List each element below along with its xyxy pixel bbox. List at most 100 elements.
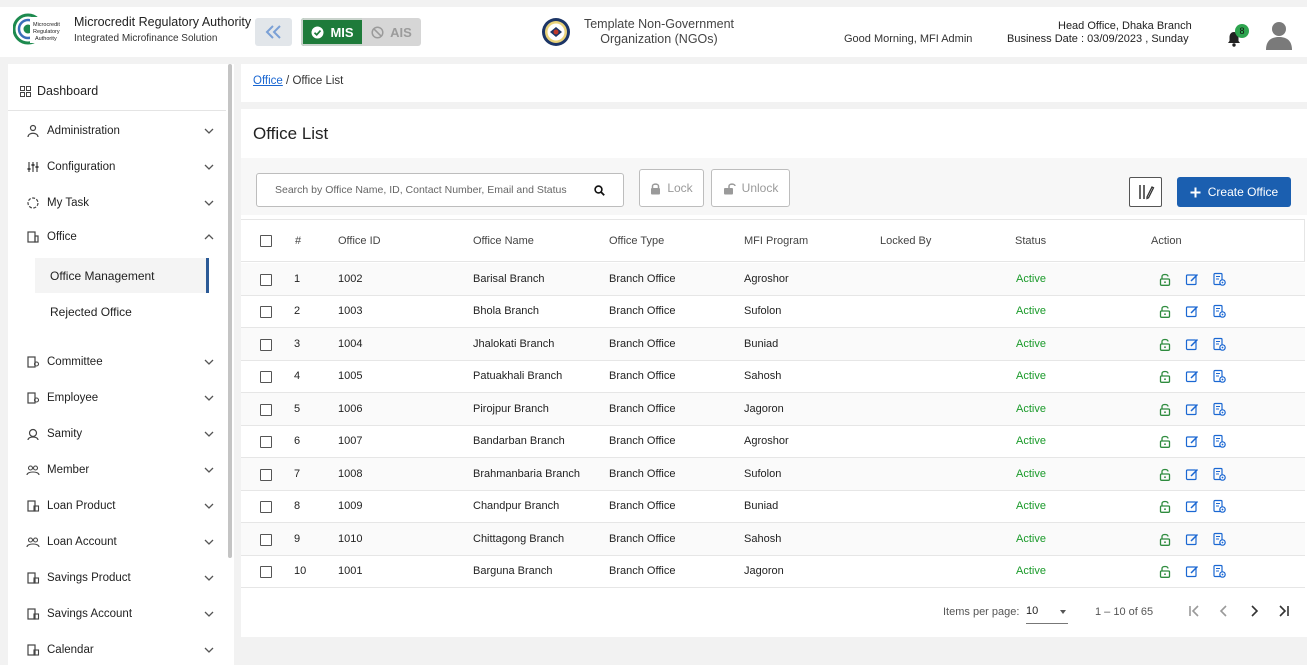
breadcrumb-office-link[interactable]: Office — [253, 75, 283, 87]
create-office-button[interactable]: Create Office — [1177, 177, 1291, 207]
mis-mode-button[interactable]: MIS — [301, 18, 362, 46]
unlock-action-icon[interactable] — [1158, 272, 1172, 286]
unlock-action-icon[interactable] — [1158, 467, 1172, 481]
cell-mfi-program: Jagoron — [744, 565, 784, 577]
search-field — [256, 173, 624, 207]
row-checkbox[interactable] — [260, 469, 272, 481]
row-checkbox[interactable] — [260, 339, 272, 351]
edit-action-icon[interactable] — [1185, 434, 1199, 448]
unlock-action-icon[interactable] — [1158, 304, 1172, 318]
header-office-name[interactable]: Office Name — [473, 235, 534, 247]
sidebar-item-samity[interactable]: Samity — [26, 424, 216, 444]
unlock-button[interactable]: Unlock — [711, 169, 790, 207]
edit-action-icon[interactable] — [1185, 272, 1199, 286]
sidebar-scrollbar[interactable] — [228, 64, 232, 558]
row-checkbox[interactable] — [260, 404, 272, 416]
sidebar-item-dashboard[interactable]: Dashboard — [20, 84, 98, 98]
sidebar-item-calendar[interactable]: Calendar — [26, 640, 216, 660]
unlock-action-icon[interactable] — [1158, 402, 1172, 416]
unlock-action-icon[interactable] — [1158, 369, 1172, 383]
edit-action-icon[interactable] — [1185, 337, 1199, 351]
select-all-checkbox[interactable] — [260, 235, 272, 247]
row-checkbox[interactable] — [260, 436, 272, 448]
cell-office-name: Chittagong Branch — [473, 533, 565, 545]
edit-action-icon[interactable] — [1185, 499, 1199, 513]
column-settings-button[interactable] — [1129, 177, 1162, 207]
sidebar-item-committee[interactable]: Committee — [26, 352, 216, 372]
sidebar-item-member[interactable]: Member — [26, 460, 216, 480]
next-page-icon[interactable] — [1246, 603, 1262, 619]
header-status[interactable]: Status — [1015, 235, 1046, 247]
header-office-type[interactable]: Office Type — [609, 235, 664, 247]
last-page-icon[interactable] — [1276, 603, 1292, 619]
table-row[interactable]: 5 1006 Pirojpur Branch Branch Office Jagoron… — [241, 393, 1305, 426]
row-checkbox[interactable] — [260, 274, 272, 286]
sidebar-item-administration[interactable]: Administration — [26, 121, 216, 141]
unlock-action-icon[interactable] — [1158, 337, 1172, 351]
table-row[interactable]: 3 1004 Jhalokati Branch Branch Office Buniad… — [241, 328, 1305, 361]
unlock-action-icon[interactable] — [1158, 564, 1172, 578]
table-row[interactable]: 9 1010 Chittagong Branch Branch Office Sahos… — [241, 523, 1305, 556]
view-details-icon[interactable] — [1212, 467, 1226, 481]
header-locked-by[interactable]: Locked By — [880, 235, 931, 247]
row-checkbox[interactable] — [260, 566, 272, 578]
lock-button[interactable]: Lock — [639, 169, 704, 207]
view-details-icon[interactable] — [1212, 434, 1226, 448]
view-details-icon[interactable] — [1212, 564, 1226, 578]
sidebar-item-savings-product[interactable]: Savings Product — [26, 568, 216, 588]
collapse-sidebar-button[interactable] — [255, 18, 292, 46]
table-row[interactable]: 8 1009 Chandpur Branch Branch Office Buniad A… — [241, 490, 1305, 523]
row-checkbox[interactable] — [260, 371, 272, 383]
table-row[interactable]: 4 1005 Patuakhali Branch Branch Office Sahos… — [241, 360, 1305, 393]
table-row[interactable]: 10 1001 Barguna Branch Branch Office Jagoron… — [241, 555, 1305, 588]
user-avatar-icon[interactable] — [1265, 20, 1293, 50]
view-details-icon[interactable] — [1212, 532, 1226, 546]
loan-account-icon — [26, 535, 40, 549]
sidebar-subitem-rejected-office[interactable]: Rejected Office — [35, 294, 209, 329]
sidebar-item-configuration[interactable]: Configuration — [26, 157, 216, 177]
edit-action-icon[interactable] — [1185, 532, 1199, 546]
edit-action-icon[interactable] — [1185, 467, 1199, 481]
search-icon[interactable] — [594, 185, 605, 196]
cell-office-type: Branch Office — [609, 273, 676, 285]
rejected-office-label: Rejected Office — [50, 304, 132, 319]
row-checkbox[interactable] — [260, 534, 272, 546]
table-row[interactable]: 7 1008 Brahmanbaria Branch Branch Office Suf… — [241, 458, 1305, 491]
edit-action-icon[interactable] — [1185, 369, 1199, 383]
first-page-icon[interactable] — [1186, 603, 1202, 619]
view-details-icon[interactable] — [1212, 337, 1226, 351]
row-checkbox[interactable] — [260, 501, 272, 513]
row-checkbox[interactable] — [260, 306, 272, 318]
unlock-action-icon[interactable] — [1158, 434, 1172, 448]
sidebar-item-employee[interactable]: Employee — [26, 388, 216, 408]
view-details-icon[interactable] — [1212, 272, 1226, 286]
sidebar-item-my-task[interactable]: My Task — [26, 193, 216, 213]
view-details-icon[interactable] — [1212, 402, 1226, 416]
view-details-icon[interactable] — [1212, 499, 1226, 513]
edit-action-icon[interactable] — [1185, 564, 1199, 578]
sidebar-item-savings-account[interactable]: Savings Account — [26, 604, 216, 624]
sidebar-item-loan-product[interactable]: Loan Product — [26, 496, 216, 516]
sidebar-item-office[interactable]: Office — [26, 227, 216, 247]
chevron-down-icon — [204, 200, 214, 206]
previous-page-icon[interactable] — [1216, 603, 1232, 619]
loan-product-icon — [26, 499, 40, 513]
sidebar-item-loan-account[interactable]: Loan Account — [26, 532, 216, 552]
sidebar-subitem-office-management[interactable]: Office Management — [35, 258, 209, 293]
unlock-action-icon[interactable] — [1158, 532, 1172, 546]
search-input[interactable] — [257, 174, 587, 206]
cell-mfi-program: Sahosh — [744, 533, 782, 545]
page-size-select[interactable]: 10 — [1026, 602, 1068, 624]
view-details-icon[interactable] — [1212, 369, 1226, 383]
edit-action-icon[interactable] — [1185, 304, 1199, 318]
table-row[interactable]: 2 1003 Bhola Branch Branch Office Sufolon Act… — [241, 295, 1305, 328]
unlock-action-icon[interactable] — [1158, 499, 1172, 513]
table-row[interactable]: 6 1007 Bandarban Branch Branch Office Agrosh… — [241, 425, 1305, 458]
table-row[interactable]: 1 1002 Barisal Branch Branch Office Agroshor… — [241, 263, 1305, 296]
header-mfi-program[interactable]: MFI Program — [744, 235, 808, 247]
ais-mode-button[interactable]: AIS — [362, 18, 421, 46]
brand-subtitle: Integrated Microfinance Solution — [74, 33, 218, 44]
header-office-id[interactable]: Office ID — [338, 235, 381, 247]
edit-action-icon[interactable] — [1185, 402, 1199, 416]
view-details-icon[interactable] — [1212, 304, 1226, 318]
